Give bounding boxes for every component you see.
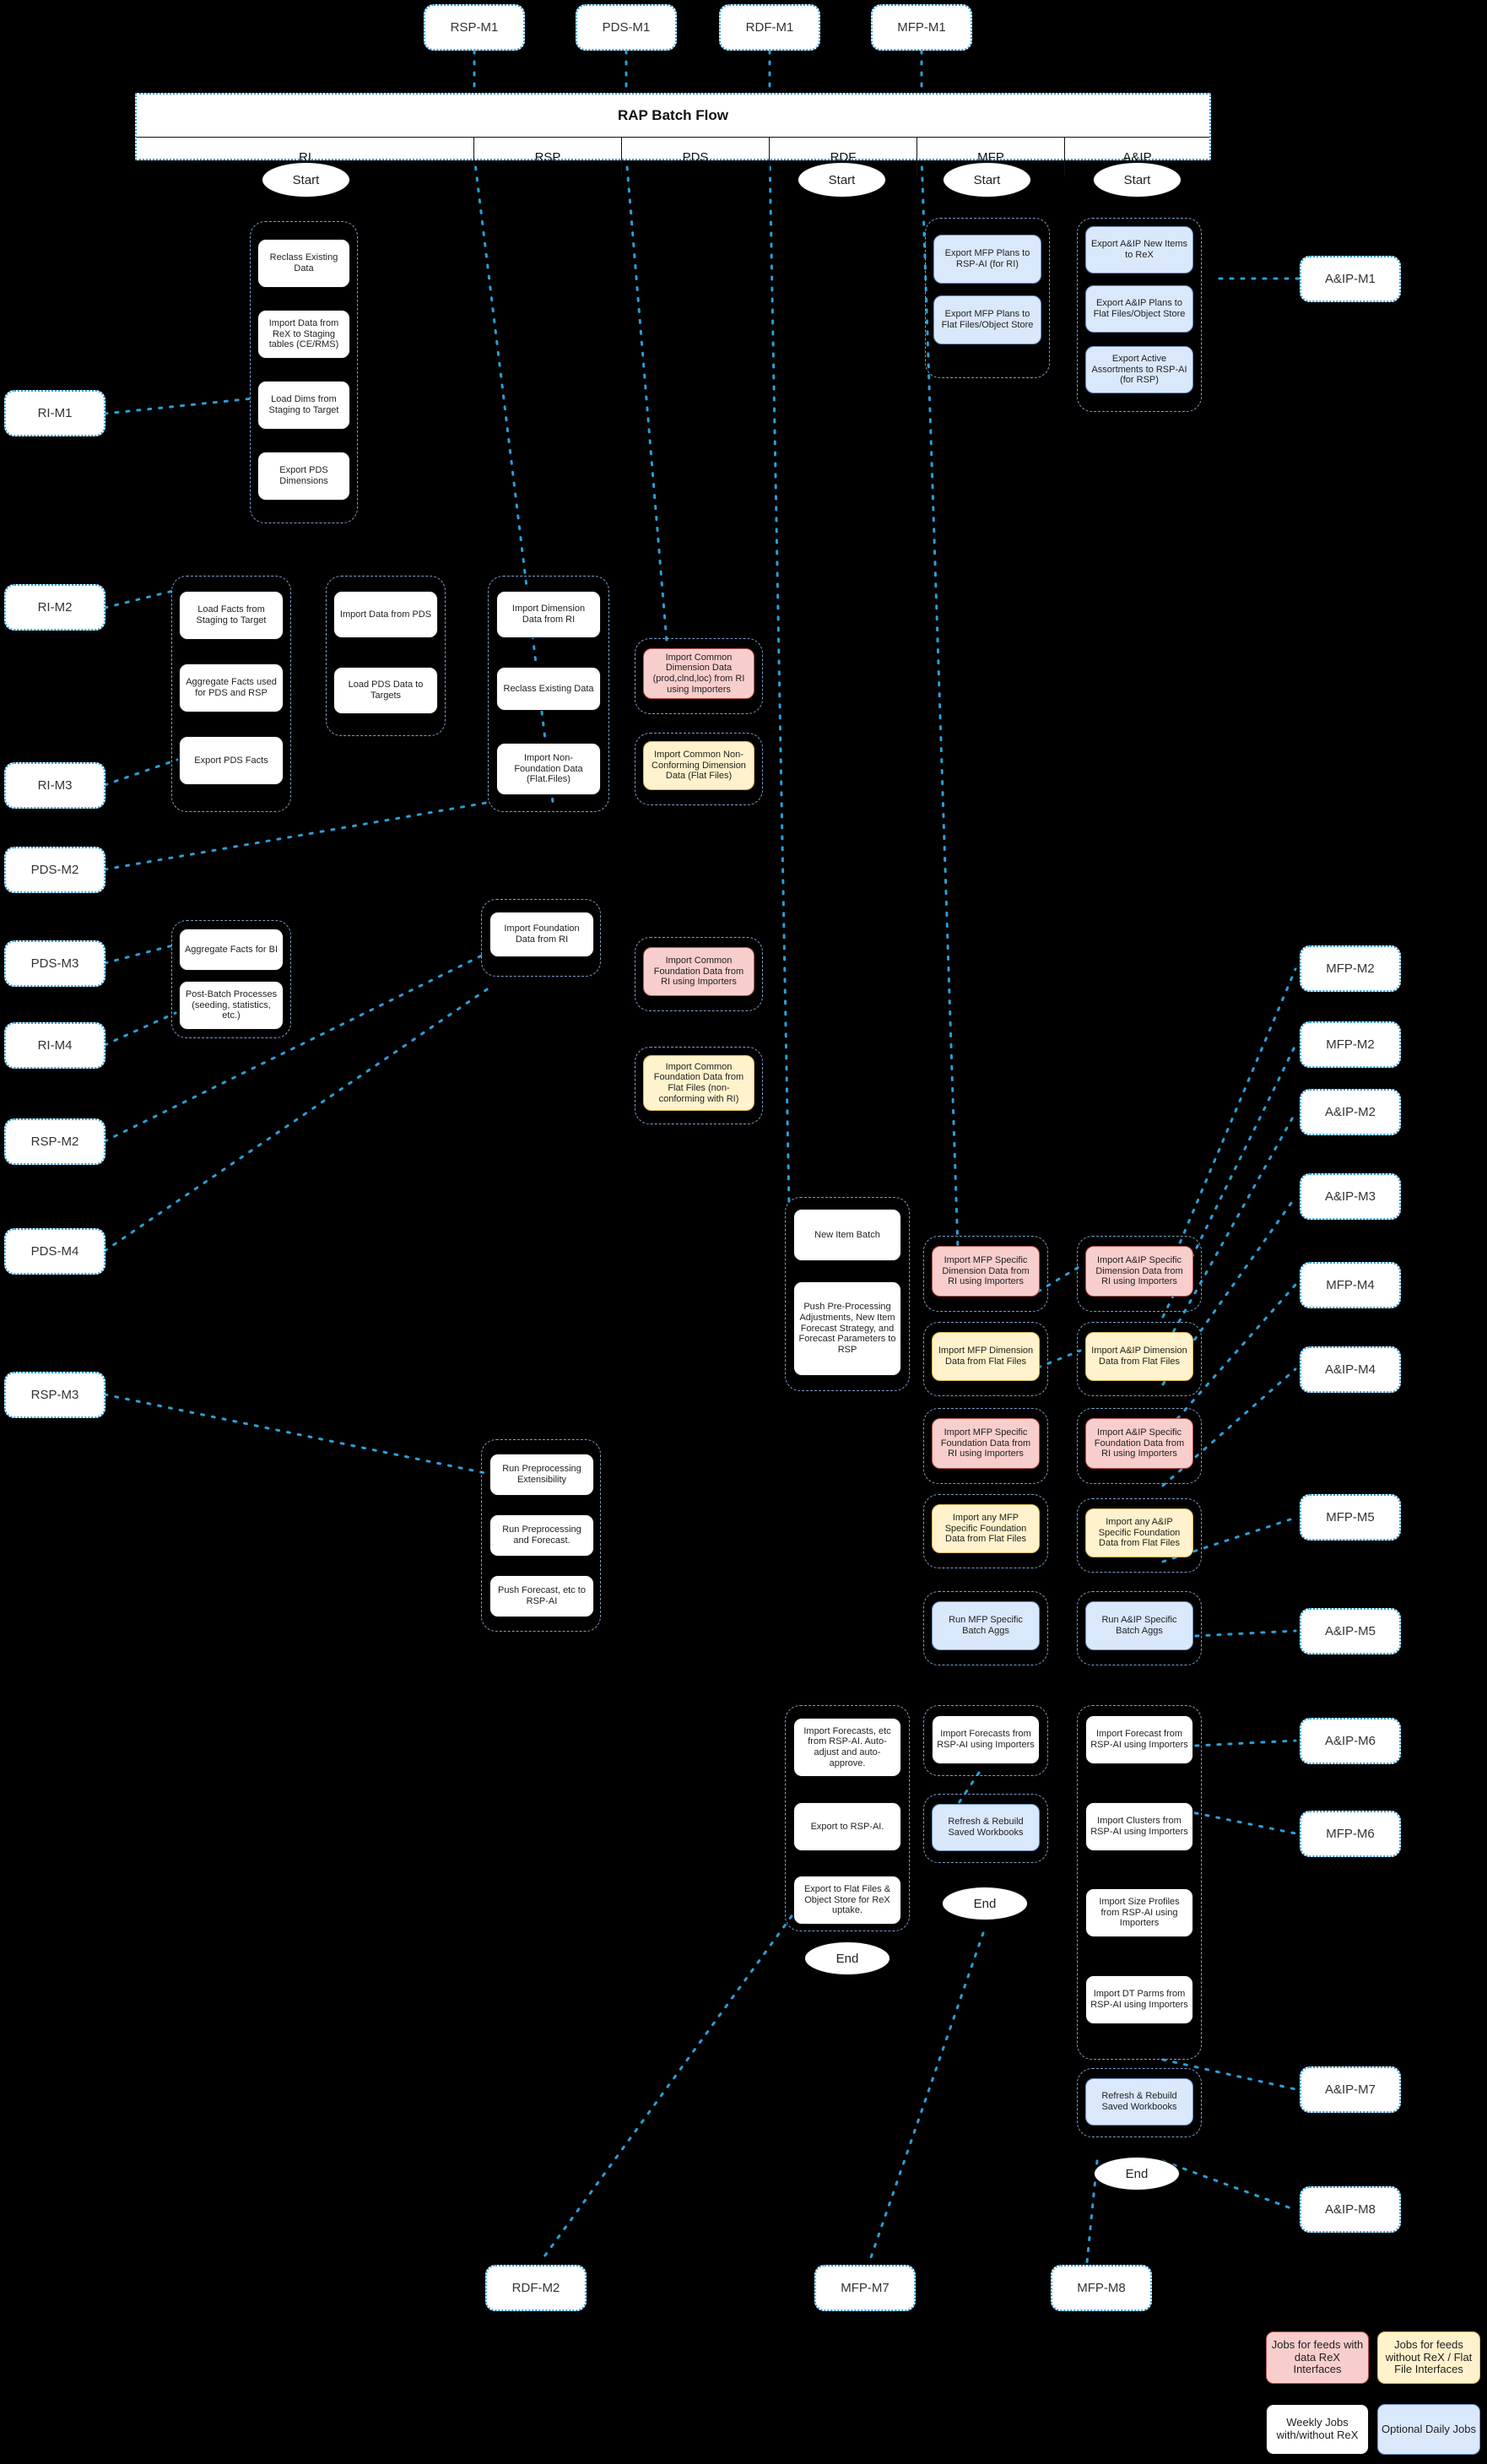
start-node-mfp: Start [943,162,1031,198]
milestone-ri-m4[interactable]: RI-M4 [4,1022,105,1069]
task-rdf-new-item-batch[interactable]: New Item Batch [793,1209,901,1261]
milestone-pds-m2[interactable]: PDS-M2 [4,847,105,893]
task-rsp-import-from-pds[interactable]: Import Data from PDS [333,591,438,638]
milestone-label: MFP-M1 [897,20,946,35]
milestone-aip-m4[interactable]: A&IP-M4 [1300,1346,1401,1393]
milestone-mfp-m4[interactable]: MFP-M4 [1300,1262,1401,1308]
milestone-aip-m7[interactable]: A&IP-M7 [1300,2066,1401,2113]
task-export-aip-newitems-rex[interactable]: Export A&IP New Items to ReX [1085,226,1193,273]
milestone-mfp-m2-a[interactable]: MFP-M2 [1300,945,1401,992]
task-import-mfp-dimension-flatfiles[interactable]: Import MFP Dimension Data from Flat File… [932,1332,1040,1381]
start-node-rdf: Start [798,162,886,198]
start-node-aip: Start [1093,162,1181,198]
task-aip-import-dt-parms[interactable]: Import DT Parms from RSP-AI using Import… [1085,1975,1193,2024]
milestone-ri-m3[interactable]: RI-M3 [4,762,105,809]
pool-title: RAP Batch Flow [137,95,1209,138]
task-run-mfp-batch-aggs[interactable]: Run MFP Specific Batch Aggs [932,1601,1040,1650]
milestone-rsp-m2[interactable]: RSP-M2 [4,1118,105,1165]
task-rsp-run-preprocessing-forecast[interactable]: Run Preprocessing and Forecast. [489,1514,594,1557]
task-rdf-import-forecasts[interactable]: Import Forecasts, etc from RSP-AI. Auto-… [793,1718,901,1777]
milestone-rdf-m1[interactable]: RDF-M1 [719,4,820,51]
task-ri-import-rex[interactable]: Import Data from ReX to Staging tables (… [257,310,350,359]
milestone-aip-m5[interactable]: A&IP-M5 [1300,1608,1401,1654]
connector-layer [103,49,1301,2264]
task-rsp-load-pds-to-targets[interactable]: Load PDS Data to Targets [333,667,438,714]
milestone-pds-m1[interactable]: PDS-M1 [576,4,677,51]
task-rdf-export-flatfiles[interactable]: Export to Flat Files & Object Store for … [793,1876,901,1925]
task-aip-import-size-profiles[interactable]: Import Size Profiles from RSP-AI using I… [1085,1888,1193,1937]
task-import-aip-foundation-ri[interactable]: Import A&IP Specific Foundation Data fro… [1085,1418,1193,1469]
task-ri-aggregate-facts[interactable]: Aggregate Facts used for PDS and RSP [179,663,284,712]
milestone-label: RSP-M1 [450,20,499,35]
milestone-aip-m1[interactable]: A&IP-M1 [1300,256,1401,302]
task-ri-post-batch[interactable]: Post-Batch Processes (seeding, statistic… [179,981,284,1030]
task-export-active-assortments[interactable]: Export Active Assortments to RSP-AI (for… [1085,346,1193,393]
milestone-mfp-m5[interactable]: MFP-M5 [1300,1494,1401,1541]
task-ri-export-pds-dims[interactable]: Export PDS Dimensions [257,452,350,501]
task-import-aip-dimension-flatfiles[interactable]: Import A&IP Dimension Data from Flat Fil… [1085,1332,1193,1381]
task-import-common-foundation-ri[interactable]: Import Common Foundation Data from RI us… [643,947,754,996]
milestone-rsp-m3[interactable]: RSP-M3 [4,1372,105,1418]
end-node-rdf: End [804,1941,890,1975]
task-aip-import-clusters[interactable]: Import Clusters from RSP-AI using Import… [1085,1802,1193,1851]
task-pds-import-dimension[interactable]: Import Dimension Data from RI [496,591,601,638]
milestone-rsp-m1[interactable]: RSP-M1 [424,4,525,51]
task-pds-reclass[interactable]: Reclass Existing Data [496,667,601,711]
end-node-aip: End [1094,2157,1180,2191]
milestone-ri-m1[interactable]: RI-M1 [4,390,105,436]
task-ri-load-dims[interactable]: Load Dims from Staging to Target [257,381,350,430]
lane-header-pds: PDS [622,138,770,176]
task-rdf-push-preprocessing[interactable]: Push Pre-Processing Adjustments, New Ite… [793,1281,901,1376]
task-import-aip-foundation-flatfiles[interactable]: Import any A&IP Specific Foundation Data… [1085,1508,1193,1557]
task-rsp-push-forecast[interactable]: Push Forecast, etc to RSP-AI [489,1575,594,1617]
milestone-mfp-m7[interactable]: MFP-M7 [814,2265,916,2311]
task-rsp-run-preprocessing-ext[interactable]: Run Preprocessing Extensibility [489,1454,594,1496]
start-node-ri: Start [262,162,350,198]
task-aip-import-forecast[interactable]: Import Forecast from RSP-AI using Import… [1085,1715,1193,1764]
task-import-aip-dimension-ri[interactable]: Import A&IP Specific Dimension Data from… [1085,1246,1193,1297]
legend-jobs-with-rex: Jobs for feeds with data ReX Interfaces [1266,2331,1369,2384]
milestone-aip-m3[interactable]: A&IP-M3 [1300,1173,1401,1220]
milestone-mfp-m1[interactable]: MFP-M1 [871,4,972,51]
task-export-aip-plans-flatfiles[interactable]: Export A&IP Plans to Flat Files/Object S… [1085,285,1193,333]
task-export-mfp-plans-rspai[interactable]: Export MFP Plans to RSP-AI (for RI) [933,235,1041,284]
task-export-mfp-plans-flatfiles[interactable]: Export MFP Plans to Flat Files/Object St… [933,295,1041,344]
milestone-ri-m2[interactable]: RI-M2 [4,584,105,631]
milestone-pds-m4[interactable]: PDS-M4 [4,1228,105,1275]
swimlane-pool: RAP Batch Flow RI RSP PDS RDF MFP A&IP [135,93,1211,176]
task-rsp-import-foundation[interactable]: Import Foundation Data from RI [489,912,594,957]
milestone-mfp-m2-b[interactable]: MFP-M2 [1300,1021,1401,1068]
milestone-aip-m2[interactable]: A&IP-M2 [1300,1089,1401,1135]
legend-jobs-without-rex: Jobs for feeds without ReX / Flat File I… [1377,2331,1480,2384]
task-import-mfp-dimension-ri[interactable]: Import MFP Specific Dimension Data from … [932,1246,1040,1297]
task-ri-reclass[interactable]: Reclass Existing Data [257,239,350,288]
milestone-aip-m8[interactable]: A&IP-M8 [1300,2186,1401,2233]
task-import-common-foundation-flatfiles[interactable]: Import Common Foundation Data from Flat … [643,1055,754,1111]
task-pds-import-nonfoundation[interactable]: Import Non-Foundation Data (Flat.Files) [496,743,601,795]
milestone-label: PDS-M1 [602,20,651,35]
task-mfp-import-forecasts[interactable]: Import Forecasts from RSP-AI using Impor… [932,1715,1040,1764]
legend-optional-daily-jobs: Optional Daily Jobs [1377,2404,1480,2455]
task-run-aip-batch-aggs[interactable]: Run A&IP Specific Batch Aggs [1085,1601,1193,1650]
task-import-mfp-foundation-ri[interactable]: Import MFP Specific Foundation Data from… [932,1418,1040,1469]
milestone-mfp-m8[interactable]: MFP-M8 [1051,2265,1152,2311]
task-rdf-export-rspai[interactable]: Export to RSP-AI. [793,1802,901,1851]
milestone-pds-m3[interactable]: PDS-M3 [4,940,105,987]
task-aip-refresh-rebuild-workbooks[interactable]: Refresh & Rebuild Saved Workbooks [1085,2078,1193,2126]
diagram-canvas: RSP-M1 PDS-M1 RDF-M1 MFP-M1 RAP Batch Fl… [0,0,1487,2464]
task-mfp-refresh-rebuild-workbooks[interactable]: Refresh & Rebuild Saved Workbooks [932,1804,1040,1851]
legend-weekly-jobs: Weekly Jobs with/without ReX [1266,2404,1369,2455]
milestone-aip-m6[interactable]: A&IP-M6 [1300,1718,1401,1764]
task-ri-load-facts[interactable]: Load Facts from Staging to Target [179,591,284,640]
lane-header-rsp: RSP [474,138,622,176]
end-node-mfp: End [942,1887,1028,1920]
task-ri-aggregate-bi[interactable]: Aggregate Facts for BI [179,929,284,971]
task-import-common-dimension-ri[interactable]: Import Common Dimension Data (prod,clnd,… [643,648,754,699]
milestone-label: RDF-M1 [745,20,794,35]
milestone-mfp-m6[interactable]: MFP-M6 [1300,1811,1401,1857]
task-import-mfp-foundation-flatfiles[interactable]: Import any MFP Specific Foundation Data … [932,1504,1040,1553]
milestone-rdf-m2[interactable]: RDF-M2 [485,2265,587,2311]
task-import-common-nonconforming-dimension[interactable]: Import Common Non-Conforming Dimension D… [643,741,754,790]
task-ri-export-pds-facts[interactable]: Export PDS Facts [179,736,284,785]
